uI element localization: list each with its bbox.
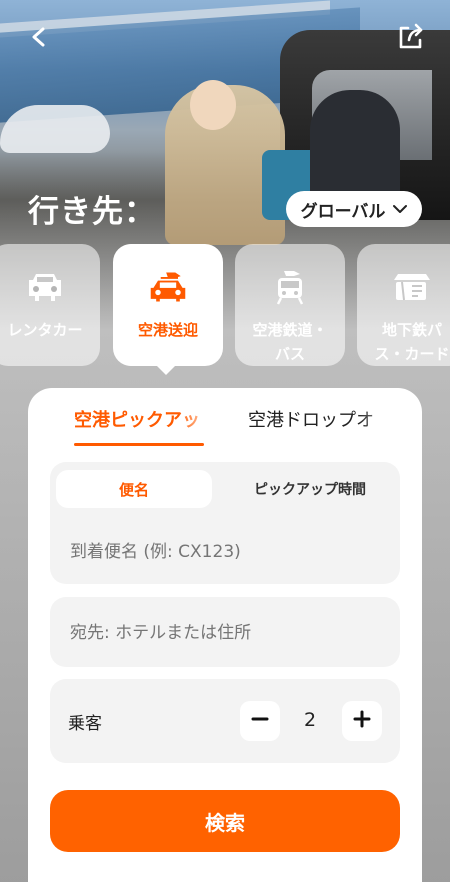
category-carousel: レンタカー 空港送迎 空港鉄道・ バス 地下鉄パ ス・カード [0, 244, 450, 370]
passengers-label: 乗客 [68, 714, 102, 734]
flight-section: 便名 ピックアップ時間 [50, 462, 400, 584]
plus-icon [353, 710, 371, 732]
category-label: 空港鉄道・ バス [252, 321, 328, 363]
chevron-down-icon [393, 199, 408, 219]
decrease-passengers-button[interactable] [240, 701, 280, 741]
share-icon [396, 22, 426, 56]
metro-pass-card-icon [392, 268, 432, 306]
passengers-count: 2 [303, 709, 317, 731]
airport-transfer-car-icon [148, 268, 188, 306]
active-category-pointer [156, 365, 176, 375]
destination-label: 行き先： [28, 194, 156, 230]
destination-input[interactable] [68, 617, 382, 649]
car-icon [25, 268, 65, 306]
share-button[interactable] [394, 22, 428, 56]
tab-fade-overlay [178, 402, 218, 432]
flight-number-input[interactable] [68, 536, 382, 568]
chevron-left-icon [28, 26, 50, 52]
search-button[interactable]: 検索 [50, 790, 400, 852]
transfer-search-panel: 空港ピックアッ 空港ドロップオ 便名 ピックアップ時間 乗客 2 検索 [28, 388, 422, 882]
category-metro-pass[interactable]: 地下鉄パ ス・カード [357, 244, 450, 366]
back-button[interactable] [22, 22, 56, 56]
region-value: グローバル [300, 201, 386, 222]
category-label: 地下鉄パ ス・カード [374, 321, 450, 363]
traveler-head-illustration [190, 80, 236, 130]
category-rental-car[interactable]: レンタカー [0, 244, 100, 366]
passengers-section: 乗客 2 [50, 679, 400, 763]
tab-fade-overlay [358, 402, 408, 432]
category-airport-rail-bus[interactable]: 空港鉄道・ バス [235, 244, 345, 366]
category-label: 空港送迎 [137, 321, 198, 339]
category-label: レンタカー [7, 321, 83, 339]
mode-by-flight-button[interactable]: 便名 [56, 470, 212, 508]
minus-icon [251, 710, 269, 732]
tab-airport-dropoff[interactable]: 空港ドロップオ [248, 406, 374, 432]
airport-train-bus-icon [270, 268, 310, 306]
increase-passengers-button[interactable] [342, 701, 382, 741]
region-selector[interactable]: グローバル [286, 191, 422, 227]
airplane-illustration [0, 105, 110, 153]
destination-section [50, 597, 400, 667]
mode-by-pickup-time-button[interactable]: ピックアップ時間 [226, 470, 394, 508]
active-tab-underline [74, 443, 204, 446]
category-airport-transfer[interactable]: 空港送迎 [113, 244, 223, 366]
